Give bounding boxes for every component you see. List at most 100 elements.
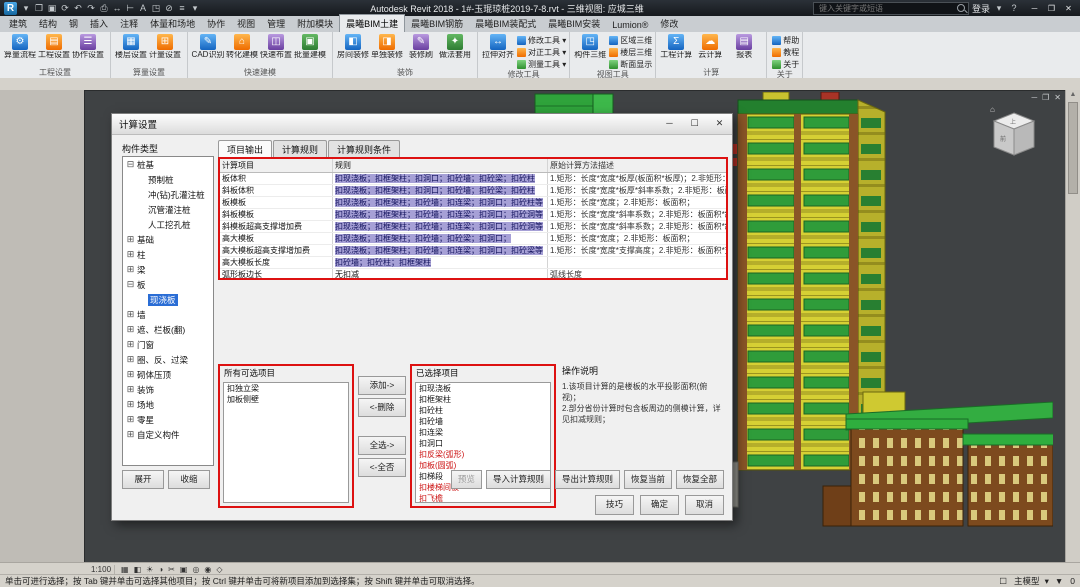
- table-row[interactable]: 高大模板 扣现浇板；扣框架柱；扣砼墙；扣砼梁；扣洞口； 1.矩形：长度*宽度；2…: [220, 233, 726, 245]
- ribbon-tab[interactable]: 插入: [84, 15, 114, 32]
- scale-button[interactable]: 1:100: [88, 565, 115, 574]
- ribbon-tab[interactable]: 建筑: [3, 15, 33, 32]
- action-button[interactable]: 预览: [451, 470, 482, 489]
- selected-item[interactable]: 扣飞檐: [416, 493, 550, 503]
- filter-icon[interactable]: ▼: [1055, 576, 1064, 586]
- tree-expander-icon[interactable]: ⊞: [126, 370, 135, 379]
- close-button[interactable]: ✕: [1061, 4, 1076, 13]
- selected-item[interactable]: 扣现浇板: [416, 383, 550, 394]
- ribbon-button[interactable]: ☁ 云计算: [693, 33, 727, 68]
- ribbon-tab[interactable]: Lumion®: [606, 18, 654, 32]
- ribbon-button[interactable]: ✎ 装修刷: [404, 33, 438, 68]
- vertical-scrollbar[interactable]: ▲: [1065, 90, 1080, 563]
- thin-lines-icon[interactable]: ≡: [176, 3, 188, 14]
- text-icon[interactable]: A: [137, 3, 149, 14]
- tree-expander-icon[interactable]: ⊞: [126, 400, 135, 409]
- view-cube[interactable]: ⌂ 上 前: [987, 103, 1041, 163]
- dialog-button[interactable]: 技巧: [595, 495, 634, 515]
- ribbon-button[interactable]: ↔ 拉伸对齐: [481, 33, 515, 70]
- redo-icon[interactable]: ↷: [85, 3, 97, 14]
- revit-logo[interactable]: R: [4, 2, 17, 15]
- table-row[interactable]: 斜板体积 扣现浇板；扣框架柱；扣洞口；扣砼墙；扣砼梁；扣砼柱 1.矩形：长度*宽…: [220, 185, 726, 197]
- dimension-icon[interactable]: ⊢: [124, 3, 136, 14]
- shadows-icon[interactable]: ◑: [158, 565, 163, 574]
- tree-item[interactable]: 现浇板: [123, 292, 213, 307]
- app-menu-arrow-icon[interactable]: ▾: [20, 3, 32, 14]
- ribbon-button[interactable]: ⚙ 算量流程: [3, 33, 37, 68]
- open-icon[interactable]: ❐: [33, 3, 45, 14]
- ribbon-small-button[interactable]: 教程: [772, 46, 799, 58]
- print-icon[interactable]: ⎙: [98, 3, 110, 14]
- 3d-view-icon[interactable]: ◳: [150, 3, 162, 14]
- sign-in-arrow-icon[interactable]: ▾: [993, 3, 1005, 14]
- sign-in-button[interactable]: 登录: [972, 2, 990, 15]
- visual-style-icon[interactable]: ◧: [134, 565, 142, 574]
- minimize-button[interactable]: ─: [1027, 4, 1042, 13]
- ribbon-button[interactable]: ⊞ 计量设置: [148, 33, 182, 68]
- crop-view-icon[interactable]: ✂: [168, 565, 175, 574]
- dialog-minimize-button[interactable]: ─: [657, 114, 682, 134]
- dialog-tab[interactable]: 计算规则条件: [328, 140, 400, 158]
- ribbon-button[interactable]: ⌂ 转化建模: [225, 33, 259, 68]
- available-item[interactable]: 加板侧壁: [224, 394, 348, 405]
- tree-expander-icon[interactable]: ⊞: [126, 355, 135, 364]
- expand-button[interactable]: 展开: [122, 470, 164, 489]
- filter-count[interactable]: 0: [1069, 576, 1075, 586]
- selected-item[interactable]: 扣连梁: [416, 427, 550, 438]
- tree-item[interactable]: ⊞ 圈、反、过梁: [123, 352, 213, 367]
- ribbon-small-button[interactable]: 测量工具 ▾: [517, 58, 566, 70]
- ribbon-tab[interactable]: 晨曦BIM土建: [339, 14, 405, 32]
- sun-path-icon[interactable]: ☀: [146, 565, 153, 574]
- select-all-button[interactable]: 全选->: [358, 436, 406, 455]
- scroll-up-icon[interactable]: ▲: [1066, 90, 1080, 100]
- action-button[interactable]: 恢复全部: [676, 470, 724, 489]
- maximize-button[interactable]: ❐: [1044, 4, 1059, 13]
- tree-item[interactable]: ⊞ 零星: [123, 412, 213, 427]
- ribbon-tab[interactable]: 管理: [261, 15, 291, 32]
- table-row[interactable]: 高大模板超高支撑增加费 扣现浇板；扣框架柱；扣砼墙；扣连梁；扣洞口；扣砼梁等 1…: [220, 245, 726, 257]
- tree-expander-icon[interactable]: ⊞: [126, 265, 135, 274]
- dialog-tab[interactable]: 项目输出: [218, 140, 272, 158]
- action-button[interactable]: 恢复当前: [624, 470, 672, 489]
- undo-icon[interactable]: ↶: [72, 3, 84, 14]
- tree-expander-icon[interactable]: ⊞: [126, 235, 135, 244]
- reveal-hidden-icon[interactable]: ◉: [204, 565, 211, 574]
- dialog-button[interactable]: 取消: [685, 495, 724, 515]
- table-row[interactable]: 板模板 扣现浇板；扣框架柱；扣砼墙；扣连梁；扣洞口；扣砼柱等 1.矩形：长度*宽…: [220, 197, 726, 209]
- tree-item[interactable]: 沉管灌注桩: [123, 202, 213, 217]
- ribbon-tab[interactable]: 协作: [201, 15, 231, 32]
- ribbon-tab[interactable]: 注释: [114, 15, 144, 32]
- ribbon-tab[interactable]: 结构: [33, 15, 63, 32]
- customize-arrow-icon[interactable]: ▾: [189, 3, 201, 14]
- design-option-label[interactable]: 主模型: [1013, 575, 1040, 587]
- ribbon-button[interactable]: ◫ 快速布置: [259, 33, 293, 68]
- tree-item[interactable]: 预制桩: [123, 172, 213, 187]
- help-icon[interactable]: ?: [1008, 3, 1020, 13]
- view-close-icon[interactable]: ✕: [1054, 93, 1061, 102]
- analytical-model-icon[interactable]: ◇: [216, 565, 222, 574]
- dialog-button[interactable]: 确定: [640, 495, 679, 515]
- ribbon-tab[interactable]: 晨曦BIM安装: [542, 15, 606, 32]
- selected-item[interactable]: 扣砼柱: [416, 405, 550, 416]
- drawing-canvas[interactable]: ─ ❐ ✕ ⌂ 上 前: [84, 90, 1068, 563]
- selected-item[interactable]: 扣框架柱: [416, 394, 550, 405]
- ribbon-button[interactable]: ▤ 报表: [727, 33, 761, 68]
- collapse-button[interactable]: 收缩: [168, 470, 210, 489]
- measure-icon[interactable]: ↔: [111, 3, 123, 14]
- temporary-hide-icon[interactable]: ◎: [192, 565, 199, 574]
- ribbon-small-button[interactable]: 修改工具 ▾: [517, 34, 566, 46]
- section-icon[interactable]: ⊘: [163, 3, 175, 14]
- ribbon-button[interactable]: ▤ 工程设置: [37, 33, 71, 68]
- tree-item[interactable]: ⊞ 梁: [123, 262, 213, 277]
- table-row[interactable]: 板体积 扣现浇板；扣框架柱；扣洞口；扣砼墙；扣砼梁；扣砼柱 1.矩形：长度*宽度…: [220, 173, 726, 185]
- save-icon[interactable]: ▣: [46, 3, 58, 14]
- ribbon-tab[interactable]: 晨曦BIM装配式: [469, 15, 542, 32]
- ribbon-tab[interactable]: 修改: [654, 15, 684, 32]
- ribbon-tab[interactable]: 钢: [63, 15, 84, 32]
- selected-item[interactable]: 扣砼墙: [416, 416, 550, 427]
- ribbon-small-button[interactable]: 区域三维: [609, 34, 652, 46]
- ribbon-small-button[interactable]: 关于: [772, 58, 799, 70]
- tree-expander-icon[interactable]: ⊞: [126, 340, 135, 349]
- tree-expander-icon[interactable]: ⊞: [126, 250, 135, 259]
- action-button[interactable]: 导入计算规则: [486, 470, 551, 489]
